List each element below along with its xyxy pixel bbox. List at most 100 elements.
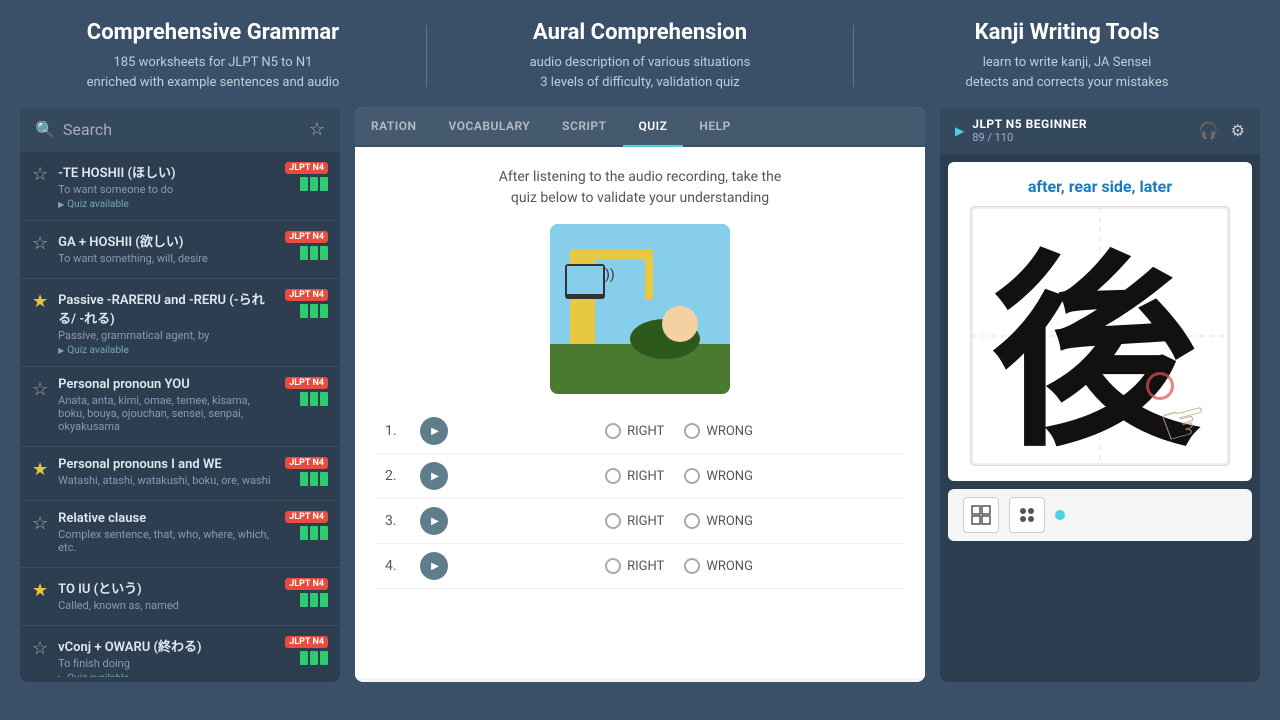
search-input[interactable]: Search <box>63 120 112 139</box>
option-right[interactable]: RIGHT <box>605 513 664 529</box>
jlpt-badge: JLPT N4 <box>285 457 328 469</box>
option-right[interactable]: RIGHT <box>605 468 664 484</box>
quiz-instruction: After listening to the audio recording, … <box>499 167 782 209</box>
search-input-wrap[interactable]: 🔍 Search <box>35 120 309 139</box>
tab-help[interactable]: HELP <box>683 107 746 145</box>
svg-text:)): )) <box>605 267 615 283</box>
play-button[interactable] <box>420 552 448 580</box>
item-content: Personal pronoun YOU Anata, anta, kimi, … <box>58 377 275 436</box>
list-item[interactable]: ★ Personal pronouns I and WE Watashi, at… <box>20 447 340 501</box>
jlpt-badge: JLPT N4 <box>285 511 328 523</box>
star-icon[interactable]: ☆ <box>32 513 48 534</box>
settings-icon[interactable]: ⚙ <box>1231 121 1245 140</box>
panel-grammar: 🔍 Search ☆ ☆ -TE HOSHII (ほしい) To want so… <box>20 107 340 682</box>
play-icon[interactable]: ▶ <box>955 124 964 138</box>
star-icon[interactable]: ★ <box>32 459 48 480</box>
item-content: GA + HOSHII (欲しい) To want something, wil… <box>58 231 275 268</box>
search-bar: 🔍 Search ☆ <box>20 107 340 152</box>
quiz-available-label: Quiz available <box>58 199 275 210</box>
middle-content: After listening to the audio recording, … <box>355 147 925 678</box>
writing-indicator <box>1146 372 1174 400</box>
tab-ration[interactable]: RATION <box>355 107 433 145</box>
item-title: vConj + OWARU (終わる) <box>58 636 275 655</box>
item-content: Personal pronouns I and WE Watashi, atas… <box>58 457 275 490</box>
grammar-list: ☆ -TE HOSHII (ほしい) To want someone to do… <box>20 152 340 677</box>
item-badge: JLPT N4 <box>285 578 328 607</box>
list-item[interactable]: ★ TO IU (という) Called, known as, named JL… <box>20 568 340 626</box>
favorites-star-icon[interactable]: ☆ <box>309 119 325 140</box>
prog-bar <box>310 304 318 318</box>
item-content: TO IU (という) Called, known as, named <box>58 578 275 615</box>
tab-vocabulary[interactable]: VOCABULARY <box>433 107 547 145</box>
option-wrong-label: WRONG <box>706 559 753 574</box>
top-header: Comprehensive Grammar 185 worksheets for… <box>0 0 1280 107</box>
tab-quiz[interactable]: QUIZ <box>623 107 684 147</box>
radio-wrong[interactable] <box>684 513 700 529</box>
radio-right[interactable] <box>605 423 621 439</box>
item-content: Relative clause Complex sentence, that, … <box>58 511 275 557</box>
radio-wrong[interactable] <box>684 558 700 574</box>
list-item[interactable]: ☆ -TE HOSHII (ほしい) To want someone to do… <box>20 152 340 221</box>
header-aural: Aural Comprehension audio description of… <box>427 20 853 92</box>
item-subtitle: Passive, grammatical agent, by <box>58 329 275 342</box>
audio-icon[interactable]: 🎧 <box>1199 121 1219 140</box>
grammar-desc: 185 worksheets for JLPT N5 to N1enriched… <box>30 53 396 92</box>
radio-right[interactable] <box>605 468 621 484</box>
play-button[interactable] <box>420 507 448 535</box>
illustration-svg: )) <box>550 224 730 394</box>
option-right[interactable]: RIGHT <box>605 558 664 574</box>
play-button[interactable] <box>420 462 448 490</box>
option-wrong[interactable]: WRONG <box>684 513 753 529</box>
item-title: Passive -RARERU and -RERU (-られる/ -れる) <box>58 289 275 327</box>
option-wrong-label: WRONG <box>706 469 753 484</box>
radio-right[interactable] <box>605 513 621 529</box>
kanji-level-title: JLPT N5 BEGINNER <box>972 117 1087 131</box>
progress-bars <box>300 651 328 665</box>
item-title: -TE HOSHII (ほしい) <box>58 162 275 181</box>
quiz-number: 4. <box>385 558 405 574</box>
grammar-title: Comprehensive Grammar <box>30 20 396 45</box>
star-icon[interactable]: ☆ <box>32 379 48 400</box>
prog-bar <box>300 526 308 540</box>
jlpt-badge: JLPT N4 <box>285 578 328 590</box>
list-item[interactable]: ☆ Relative clause Complex sentence, that… <box>20 501 340 568</box>
grid-icon <box>971 505 991 525</box>
item-title: GA + HOSHII (欲しい) <box>58 231 275 250</box>
prog-bar <box>320 177 328 191</box>
prog-bar <box>320 526 328 540</box>
list-item[interactable]: ☆ Personal pronoun YOU Anata, anta, kimi… <box>20 367 340 447</box>
progress-bars <box>300 246 328 260</box>
quiz-row: 1. RIGHT WRONG <box>375 409 905 454</box>
prog-bar <box>320 392 328 406</box>
star-icon[interactable]: ★ <box>32 580 48 601</box>
star-icon[interactable]: ★ <box>32 291 48 312</box>
item-badge: JLPT N4 <box>285 511 328 540</box>
option-wrong[interactable]: WRONG <box>684 558 753 574</box>
option-right[interactable]: RIGHT <box>605 423 664 439</box>
star-icon[interactable]: ☆ <box>32 233 48 254</box>
star-icon[interactable]: ☆ <box>32 164 48 185</box>
grid-view-button[interactable] <box>963 497 999 533</box>
item-title: Relative clause <box>58 511 275 526</box>
dot-view-button[interactable] <box>1009 497 1045 533</box>
radio-right[interactable] <box>605 558 621 574</box>
prog-bar <box>310 177 318 191</box>
jlpt-badge: JLPT N4 <box>285 377 328 389</box>
jlpt-badge: JLPT N4 <box>285 162 328 174</box>
list-item[interactable]: ☆ vConj + OWARU (終わる) To finish doing Qu… <box>20 626 340 677</box>
radio-wrong[interactable] <box>684 423 700 439</box>
option-wrong[interactable]: WRONG <box>684 468 753 484</box>
play-button[interactable] <box>420 417 448 445</box>
option-wrong[interactable]: WRONG <box>684 423 753 439</box>
star-icon[interactable]: ☆ <box>32 638 48 659</box>
radio-wrong[interactable] <box>684 468 700 484</box>
dots-icon <box>1017 505 1037 525</box>
prog-bar <box>320 246 328 260</box>
quiz-options: RIGHT WRONG <box>463 558 895 574</box>
kanji-writing-area[interactable]: 後 ☞ <box>970 206 1230 466</box>
progress-bars <box>300 304 328 318</box>
list-item[interactable]: ☆ GA + HOSHII (欲しい) To want something, w… <box>20 221 340 279</box>
list-item[interactable]: ★ Passive -RARERU and -RERU (-られる/ -れる) … <box>20 279 340 367</box>
tab-script[interactable]: SCRIPT <box>546 107 622 145</box>
prog-bar <box>300 651 308 665</box>
